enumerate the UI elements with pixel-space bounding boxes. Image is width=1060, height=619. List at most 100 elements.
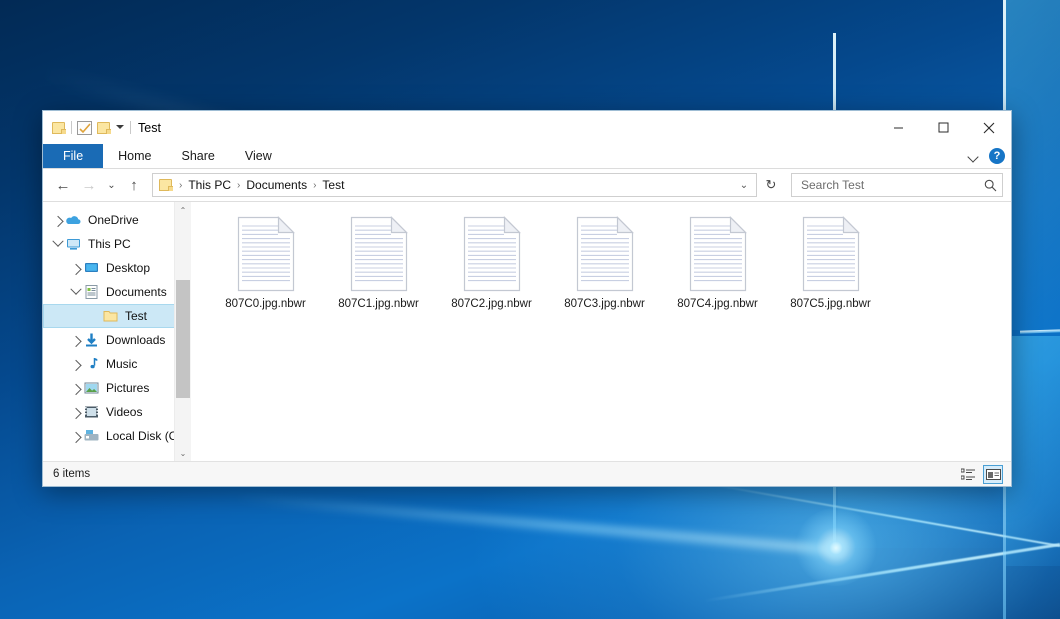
generic-file-icon: [687, 216, 749, 292]
file-list-area[interactable]: 807C0.jpg.nbwr 807C1.jpg.nbwr 807C2.jpg.nb…: [191, 202, 1011, 461]
ribbon-controls: ?: [968, 144, 1005, 168]
toolbar-divider: [130, 121, 131, 134]
address-dropdown-chevron-down-icon[interactable]: ⌄: [736, 180, 752, 191]
view-buttons: [958, 462, 1003, 486]
wallpaper-glass-pane: [1006, 336, 1060, 566]
up-button[interactable]: ↑: [122, 173, 146, 197]
folder-icon[interactable]: [52, 122, 66, 134]
recent-locations-chevron-down-icon[interactable]: ⌄: [103, 173, 120, 197]
sidebar-item-label: Pictures: [106, 381, 149, 395]
sidebar-item-label: Documents: [106, 285, 167, 299]
wallpaper-glass-pane: [1006, 0, 1060, 330]
navigation-scrollbar[interactable]: ⌃ ⌄: [174, 202, 191, 461]
sidebar-item-desktop[interactable]: Desktop: [43, 256, 191, 280]
generic-file-icon: [235, 216, 297, 292]
status-bar: 6 items: [43, 461, 1011, 486]
address-bar-row: ← → ⌄ ↑ › This PC › Documents › Test ⌄ ↻: [43, 169, 1011, 201]
tab-share[interactable]: Share: [167, 144, 230, 168]
address-box[interactable]: › This PC › Documents › Test ⌄: [152, 173, 757, 197]
sidebar-item-videos[interactable]: Videos: [43, 400, 191, 424]
sidebar-item-onedrive[interactable]: OneDrive: [43, 208, 191, 232]
file-item[interactable]: 807C3.jpg.nbwr: [548, 216, 661, 328]
chevron-down-icon[interactable]: [69, 285, 83, 299]
sidebar-item-documents[interactable]: Documents: [43, 280, 191, 304]
file-explorer-window: Test File Home Share View ? ← → ⌄ ↑: [42, 110, 1012, 487]
chevron-right-icon[interactable]: [69, 333, 83, 347]
sidebar-item-label: This PC: [88, 237, 131, 251]
documents-icon: [83, 284, 100, 300]
help-icon[interactable]: ?: [989, 148, 1005, 164]
file-item[interactable]: 807C4.jpg.nbwr: [661, 216, 774, 328]
chevron-right-icon[interactable]: [69, 357, 83, 371]
breadcrumb-this-pc[interactable]: This PC: [184, 177, 235, 193]
quick-access-toolbar: Test: [43, 121, 161, 135]
tab-home[interactable]: Home: [103, 144, 166, 168]
file-item[interactable]: 807C1.jpg.nbwr: [322, 216, 435, 328]
file-grid: 807C0.jpg.nbwr 807C1.jpg.nbwr 807C2.jpg.nb…: [209, 216, 1011, 328]
sidebar-item-label: Music: [106, 357, 137, 371]
sidebar-item-label: Test: [125, 309, 147, 323]
item-count-label: 6 items: [53, 468, 90, 480]
folder-icon: [102, 308, 119, 324]
chevron-right-icon[interactable]: [69, 261, 83, 275]
customize-caret-icon[interactable]: [116, 123, 125, 132]
window-body: OneDrive This PC Desktop Documents Test Downl…: [43, 201, 1011, 461]
search-icon: [984, 179, 997, 192]
wallpaper-glow: [822, 535, 850, 561]
sidebar-item-test[interactable]: Test: [43, 304, 189, 328]
close-button[interactable]: [966, 111, 1011, 144]
sidebar-item-this-pc[interactable]: This PC: [43, 232, 191, 256]
file-item[interactable]: 807C0.jpg.nbwr: [209, 216, 322, 328]
file-name-label: 807C4.jpg.nbwr: [677, 298, 758, 310]
search-box[interactable]: [791, 173, 1003, 197]
desktop-icon: [83, 260, 100, 276]
window-title: Test: [138, 121, 161, 135]
large-icons-view-button[interactable]: [983, 465, 1003, 484]
tab-file[interactable]: File: [43, 144, 103, 168]
generic-file-icon: [800, 216, 862, 292]
videos-icon: [83, 404, 100, 420]
chevron-right-icon[interactable]: [69, 381, 83, 395]
scroll-down-arrow-icon[interactable]: ⌄: [175, 445, 191, 461]
refresh-button[interactable]: ↻: [759, 173, 783, 197]
expander-placeholder: [88, 309, 102, 323]
sidebar-item-downloads[interactable]: Downloads: [43, 328, 191, 352]
music-icon: [83, 356, 100, 372]
file-item[interactable]: 807C2.jpg.nbwr: [435, 216, 548, 328]
expand-ribbon-chevron-down-icon[interactable]: [968, 151, 979, 162]
file-name-label: 807C1.jpg.nbwr: [338, 298, 419, 310]
address-folder-icon: [159, 179, 173, 191]
chevron-right-icon[interactable]: [69, 429, 83, 443]
chevron-down-icon[interactable]: [51, 237, 65, 251]
ribbon-tab-bar: File Home Share View ?: [43, 144, 1011, 169]
disk-icon: [83, 428, 100, 444]
breadcrumb-test[interactable]: Test: [318, 177, 348, 193]
search-input[interactable]: [799, 177, 984, 193]
chevron-right-icon[interactable]: [69, 405, 83, 419]
sidebar-item-pictures[interactable]: Pictures: [43, 376, 191, 400]
breadcrumb-separator: ›: [178, 180, 183, 191]
generic-file-icon: [461, 216, 523, 292]
breadcrumb-separator: ›: [312, 180, 317, 191]
breadcrumb-separator: ›: [236, 180, 241, 191]
new-folder-icon[interactable]: [97, 122, 111, 134]
chevron-right-icon[interactable]: [51, 213, 65, 227]
scrollbar-thumb[interactable]: [176, 280, 190, 398]
file-name-label: 807C0.jpg.nbwr: [225, 298, 306, 310]
navigation-pane: OneDrive This PC Desktop Documents Test Downl…: [43, 202, 191, 461]
tab-view[interactable]: View: [230, 144, 287, 168]
sidebar-item-label: Local Disk (C:): [106, 429, 185, 443]
forward-button: →: [77, 173, 101, 197]
file-item[interactable]: 807C5.jpg.nbwr: [774, 216, 887, 328]
back-button[interactable]: ←: [51, 173, 75, 197]
properties-checkbox-icon[interactable]: [77, 121, 92, 135]
title-bar: Test: [43, 111, 1011, 144]
minimize-button[interactable]: [876, 111, 921, 144]
breadcrumb-documents[interactable]: Documents: [242, 177, 311, 193]
details-view-button[interactable]: [958, 465, 978, 484]
scroll-up-arrow-icon[interactable]: ⌃: [175, 202, 191, 218]
sidebar-item-local-disk-c[interactable]: Local Disk (C:): [43, 424, 191, 448]
maximize-button[interactable]: [921, 111, 966, 144]
sidebar-item-music[interactable]: Music: [43, 352, 191, 376]
window-controls: [876, 111, 1011, 144]
